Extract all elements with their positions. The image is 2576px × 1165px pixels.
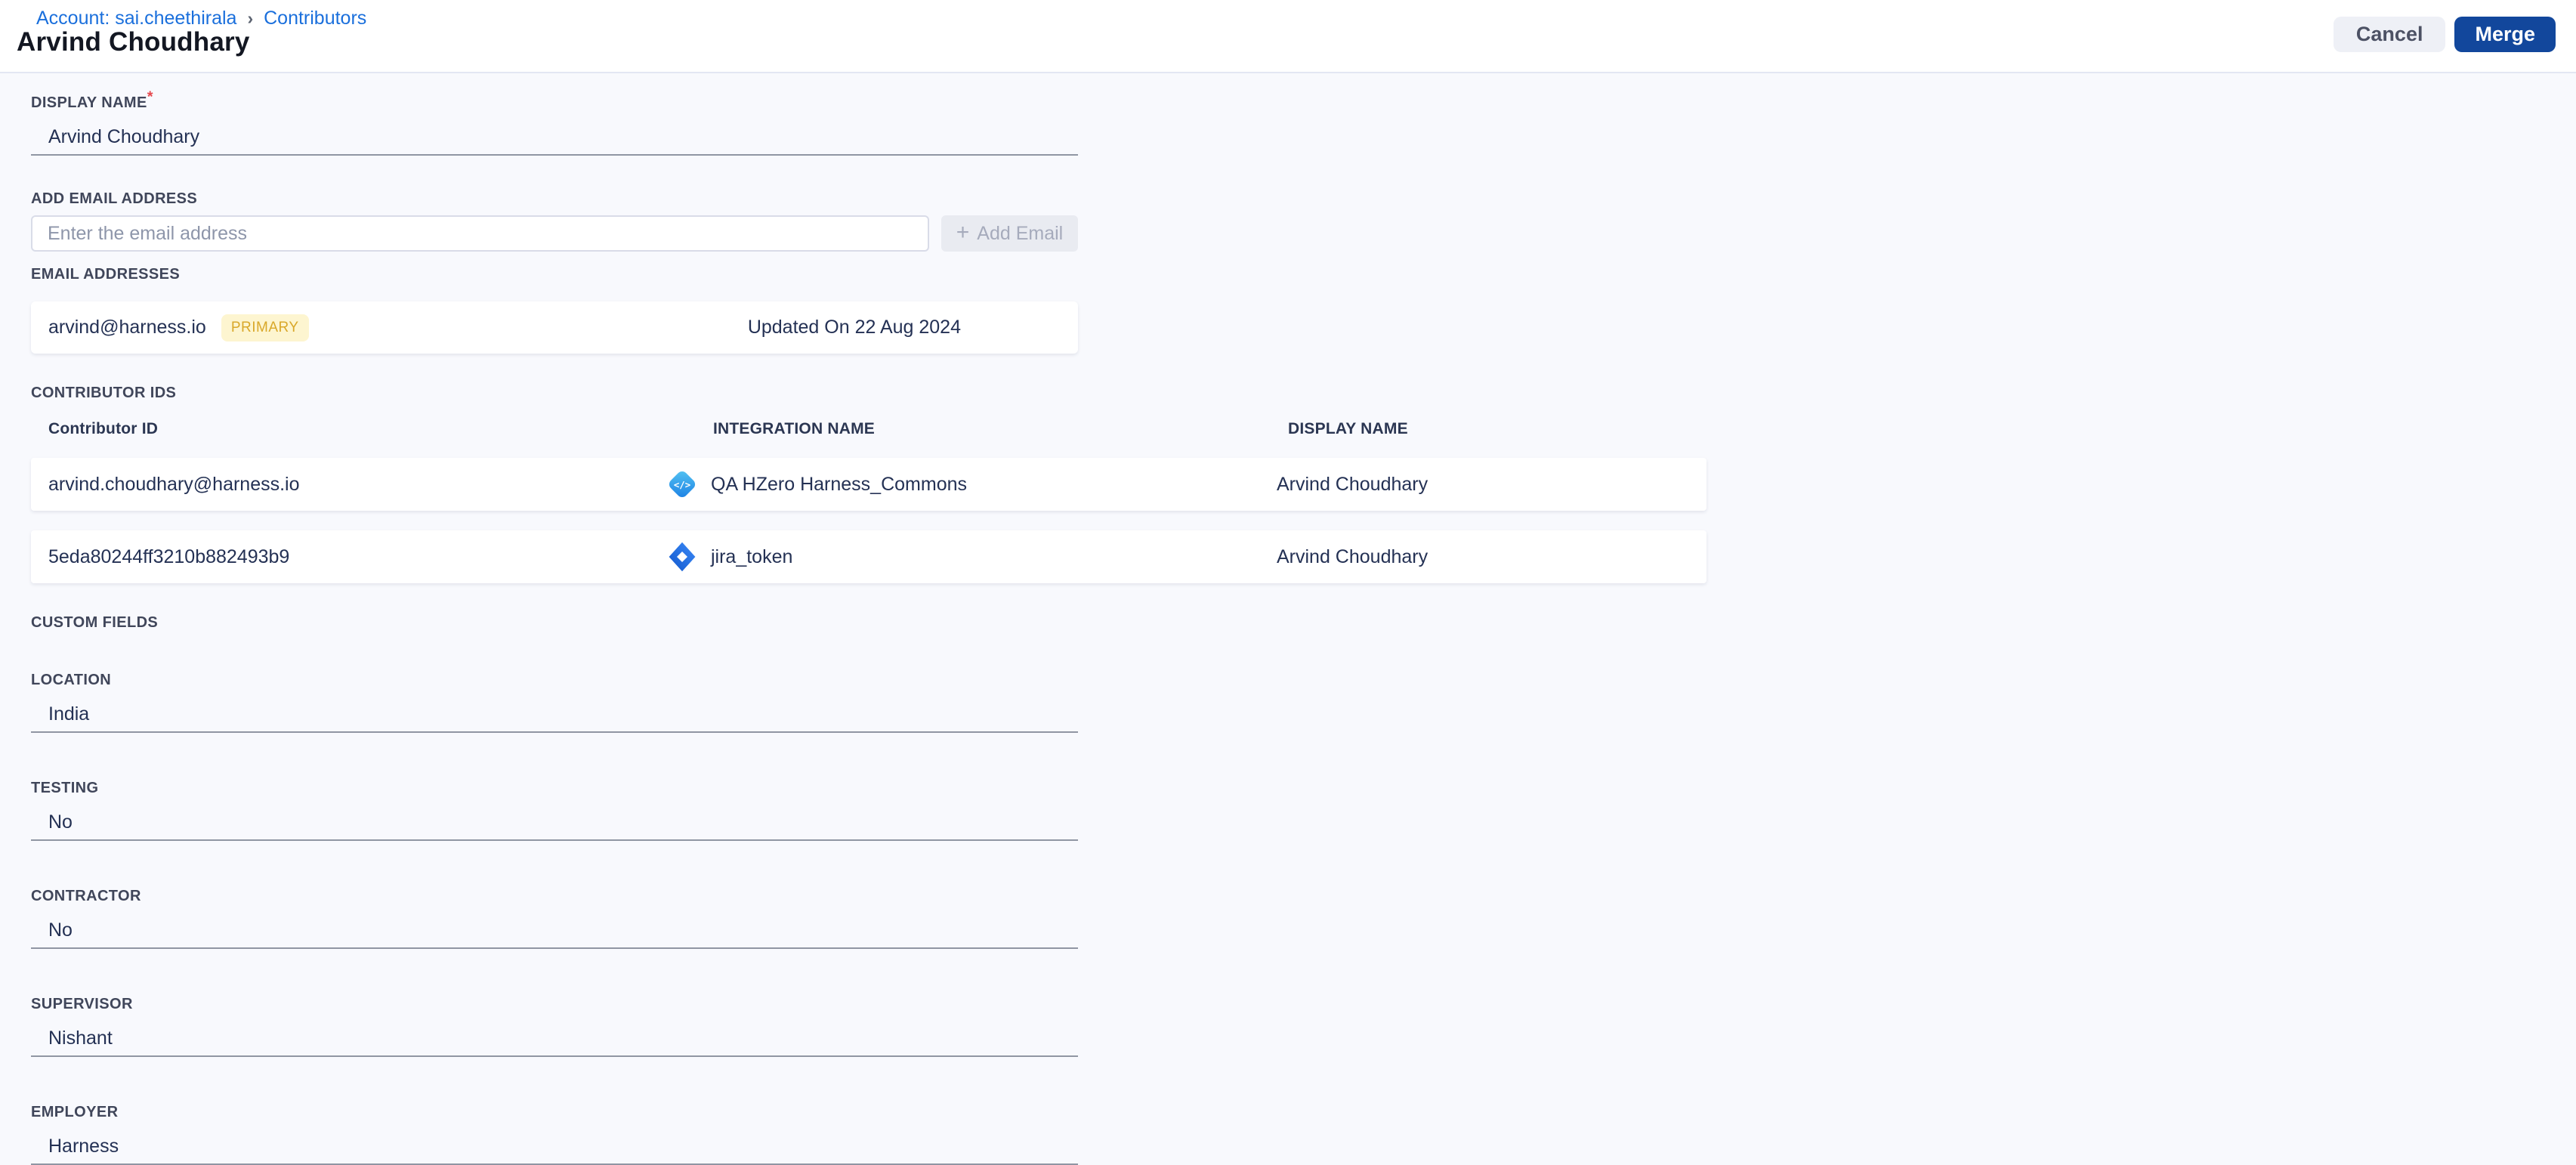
table-row: arvind.choudhary@harness.io </> QA HZero… [31, 458, 1707, 511]
contributor-id-value: 5eda80244ff3210b882493b9 [48, 545, 290, 567]
chevron-right-icon: › [247, 8, 254, 28]
jira-icon [669, 542, 696, 572]
column-header-contributor-id: Contributor ID [48, 420, 159, 437]
supervisor-label: SUPERVISOR [31, 996, 133, 1012]
testing-label: TESTING [31, 780, 99, 796]
integration-cell: </> QA HZero Harness_Commons [666, 468, 1246, 501]
merge-button[interactable]: Merge [2454, 17, 2556, 52]
custom-field-contractor: CONTRACTOR [31, 888, 1078, 949]
supervisor-input[interactable] [31, 1021, 1078, 1057]
topbar-actions: Cancel Merge [2333, 17, 2556, 52]
custom-field-supervisor: SUPERVISOR [31, 996, 1078, 1057]
email-address-row: arvind@harness.io PRIMARY Updated On 22 … [31, 301, 1078, 354]
email-address-value: arvind@harness.io [48, 317, 206, 338]
location-input[interactable] [31, 697, 1078, 733]
top-bar: Account: sai.cheethirala › Contributors … [0, 0, 2576, 73]
contributor-ids-section: CONTRIBUTOR IDS Contributor ID INTEGRATI… [31, 385, 2576, 583]
add-email-button[interactable]: + Add Email [941, 215, 1078, 252]
svg-text:</>: </> [674, 480, 690, 490]
display-name-field: DISPLAY NAME* [31, 89, 1078, 156]
custom-field-employer: EMPLOYER [31, 1104, 1078, 1165]
display-name-label-text: DISPLAY NAME [31, 94, 147, 111]
employer-label: EMPLOYER [31, 1104, 119, 1120]
custom-field-testing: TESTING [31, 780, 1078, 841]
add-email-button-label: Add Email [977, 222, 1064, 244]
display-name-input[interactable] [31, 119, 1078, 156]
required-asterisk: * [147, 88, 153, 106]
breadcrumb-contributors-link[interactable]: Contributors [264, 8, 366, 29]
code-integration-icon: </> [669, 471, 696, 498]
cancel-button[interactable]: Cancel [2333, 17, 2446, 52]
location-label: LOCATION [31, 672, 112, 688]
contributor-ids-table-header: Contributor ID INTEGRATION NAME DISPLAY … [31, 420, 1707, 438]
contributor-id-value: arvind.choudhary@harness.io [48, 473, 300, 495]
contributor-ids-label: CONTRIBUTOR IDS [31, 385, 177, 401]
display-name-label: DISPLAY NAME* [31, 89, 1078, 112]
email-updated-on: Updated On 22 Aug 2024 [747, 317, 961, 338]
contractor-input[interactable] [31, 913, 1078, 949]
custom-field-location: LOCATION [31, 672, 1078, 733]
column-header-integration-name: INTEGRATION NAME [713, 420, 875, 437]
email-address-input[interactable] [31, 215, 929, 252]
integration-name-value: jira_token [711, 545, 793, 567]
breadcrumb-account-link[interactable]: Account: sai.cheethirala [36, 8, 236, 29]
plus-icon: + [956, 219, 970, 245]
add-email-row: + Add Email [31, 215, 2576, 252]
custom-fields-section: CUSTOM FIELDS LOCATION TESTING CONTRACTO… [31, 614, 2576, 1165]
main-content: DISPLAY NAME* ADD EMAIL ADDRESS + Add Em… [0, 73, 2576, 1165]
integration-cell: jira_token [666, 540, 1246, 573]
add-email-section: ADD EMAIL ADDRESS + Add Email [31, 190, 2576, 252]
column-header-display-name: DISPLAY NAME [1288, 420, 1408, 437]
email-addresses-label: EMAIL ADDRESSES [31, 266, 181, 283]
custom-fields-label: CUSTOM FIELDS [31, 614, 159, 631]
display-name-value: Arvind Choudhary [1277, 473, 1429, 495]
page-title: Arvind Choudhary [17, 27, 250, 57]
display-name-value: Arvind Choudhary [1277, 545, 1429, 567]
email-addresses-section: EMAIL ADDRESSES arvind@harness.io PRIMAR… [31, 266, 2576, 354]
add-email-label: ADD EMAIL ADDRESS [31, 190, 198, 207]
integration-name-value: QA HZero Harness_Commons [711, 473, 968, 495]
table-row: 5eda80244ff3210b882493b9 jira_token Arvi… [31, 530, 1707, 583]
testing-input[interactable] [31, 805, 1078, 841]
employer-input[interactable] [31, 1129, 1078, 1165]
contractor-label: CONTRACTOR [31, 888, 141, 904]
primary-badge: PRIMARY [221, 314, 309, 341]
breadcrumb: Account: sai.cheethirala › Contributors [36, 8, 366, 29]
